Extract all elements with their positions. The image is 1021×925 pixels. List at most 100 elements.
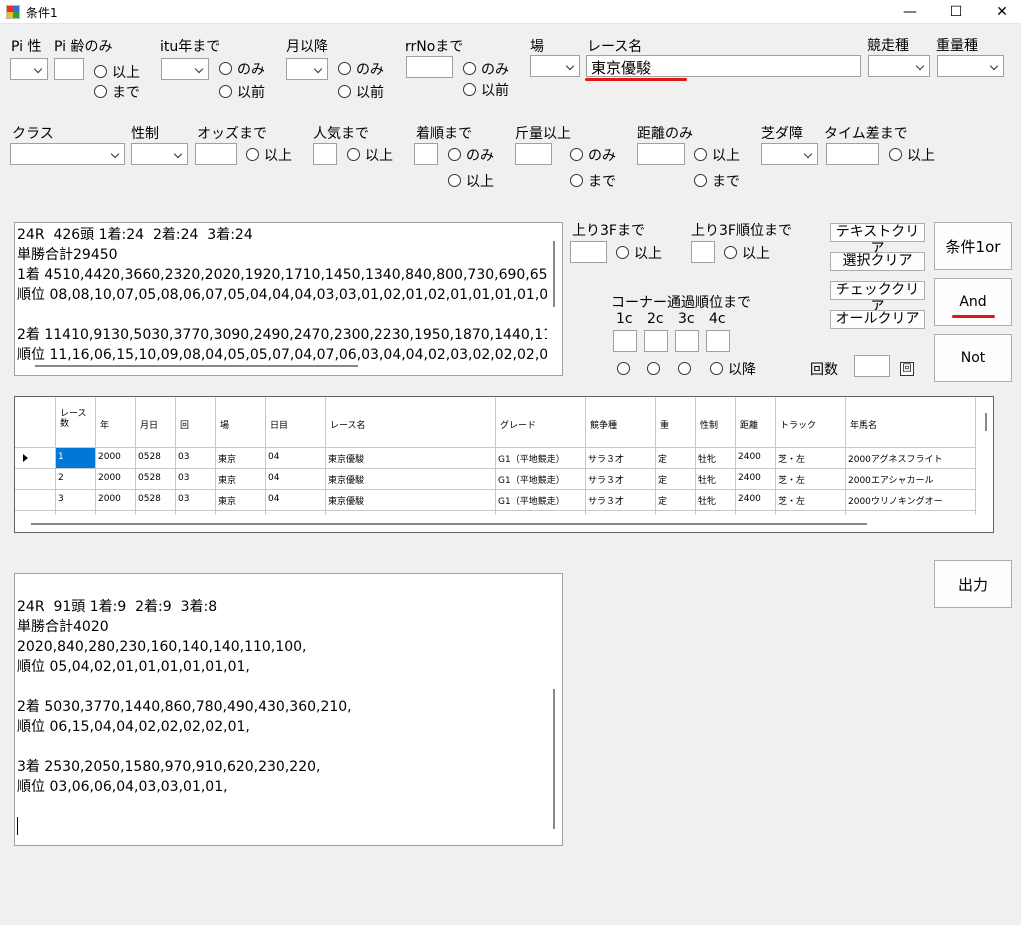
- grid-cell[interactable]: 03: [178, 494, 214, 504]
- grid-cell[interactable]: 2400: [738, 494, 774, 504]
- grid-cell[interactable]: 3: [58, 494, 94, 504]
- kyoso-type-combo[interactable]: [868, 55, 930, 77]
- grid-cell[interactable]: 東京: [218, 473, 264, 486]
- grid-header-cell[interactable]: トラック: [780, 418, 844, 431]
- and-button[interactable]: And: [934, 278, 1012, 326]
- grid-cell[interactable]: 0528: [138, 452, 174, 462]
- time-diff-input[interactable]: [826, 143, 879, 165]
- time-diff-ijou-radio[interactable]: [889, 148, 902, 161]
- race-name-input[interactable]: 東京優駿: [586, 55, 861, 77]
- grid-cell[interactable]: 04: [268, 473, 324, 483]
- shiba-da-combo[interactable]: [761, 143, 818, 165]
- select-clear-button[interactable]: 選択クリア: [830, 252, 925, 271]
- corner-2c-radio[interactable]: [647, 362, 660, 375]
- grid-cell[interactable]: 芝・左: [778, 494, 844, 507]
- month-izen-radio[interactable]: [338, 85, 351, 98]
- rrno-input[interactable]: [406, 56, 453, 78]
- grid-cell[interactable]: 2400: [738, 473, 774, 483]
- grid-header-cell[interactable]: レース名: [330, 418, 494, 431]
- grid-cell[interactable]: サラ３才: [588, 473, 654, 486]
- itu-izen-radio[interactable]: [219, 85, 232, 98]
- itu-year-combo[interactable]: [161, 58, 209, 80]
- grid-cell[interactable]: 東京: [218, 452, 264, 465]
- grid-cell[interactable]: 牡牝: [698, 494, 734, 507]
- pi-age-ijou-radio[interactable]: [94, 65, 107, 78]
- finish-ijou-radio[interactable]: [448, 174, 461, 187]
- grid-cell[interactable]: 0528: [138, 473, 174, 483]
- ba-combo[interactable]: [530, 55, 580, 77]
- corner-4c-radio[interactable]: [710, 362, 723, 375]
- grid-cell[interactable]: G1（平地競走）: [498, 473, 584, 486]
- minimize-button[interactable]: —: [887, 0, 933, 24]
- grid-cell[interactable]: G1（平地競走）: [498, 494, 584, 507]
- corner-2c-input[interactable]: [644, 330, 668, 352]
- kinryo-made-radio[interactable]: [570, 174, 583, 187]
- rrno-izen-radio[interactable]: [463, 83, 476, 96]
- grid-header-cell[interactable]: レース数: [60, 409, 94, 429]
- agari3f-rank-ijou-radio[interactable]: [724, 246, 737, 259]
- count-input[interactable]: [854, 355, 890, 377]
- maximize-button[interactable]: ☐: [933, 0, 979, 24]
- popular-ijou-radio[interactable]: [347, 148, 360, 161]
- grid-cell[interactable]: 03: [178, 452, 214, 462]
- month-combo[interactable]: [286, 58, 328, 80]
- grid-cell[interactable]: 04: [268, 452, 324, 462]
- grid-header-cell[interactable]: 距離: [740, 418, 774, 431]
- grid-cell[interactable]: 1: [58, 452, 94, 462]
- grid-cell[interactable]: 03: [178, 473, 214, 483]
- grid-cell[interactable]: 定: [658, 473, 694, 486]
- grid-cell[interactable]: 2000: [98, 452, 134, 462]
- grid-cell[interactable]: 芝・左: [778, 452, 844, 465]
- grid-header-cell[interactable]: 月日: [140, 418, 174, 431]
- grid-header-cell[interactable]: 重: [660, 418, 694, 431]
- kinryo-nomi-radio[interactable]: [570, 148, 583, 161]
- finish-nomi-radio[interactable]: [448, 148, 461, 161]
- corner-4c-input[interactable]: [706, 330, 730, 352]
- grid-cell[interactable]: G1（平地競走）: [498, 452, 584, 465]
- grid-cell[interactable]: 04: [268, 494, 324, 504]
- output-button[interactable]: 出力: [934, 560, 1012, 608]
- grid-cell[interactable]: 0528: [138, 494, 174, 504]
- grid-vscrollbar[interactable]: [985, 413, 987, 431]
- grid-cell[interactable]: 芝・左: [778, 473, 844, 486]
- pi-sex-combo[interactable]: [10, 58, 48, 80]
- odds-ijou-radio[interactable]: [246, 148, 259, 161]
- agari3f-rank-input[interactable]: [691, 241, 715, 263]
- distance-input[interactable]: [637, 143, 685, 165]
- summary-top-hscrollbar[interactable]: [35, 365, 358, 367]
- grid-header-cell[interactable]: 年: [100, 418, 134, 431]
- grid-header-cell[interactable]: 場: [220, 418, 264, 431]
- close-button[interactable]: ✕: [979, 0, 1021, 24]
- agari3f-input[interactable]: [570, 241, 607, 263]
- agari3f-ijou-radio[interactable]: [616, 246, 629, 259]
- grid-header-cell[interactable]: 性制: [700, 418, 734, 431]
- grid-cell[interactable]: 東京: [218, 494, 264, 507]
- weight-type-combo[interactable]: [937, 55, 1004, 77]
- grid-header-cell[interactable]: 日目: [270, 418, 324, 431]
- popular-input[interactable]: [313, 143, 337, 165]
- condition-or-button[interactable]: 条件1or: [934, 222, 1012, 270]
- kinryo-input[interactable]: [515, 143, 552, 165]
- corner-1c-input[interactable]: [613, 330, 637, 352]
- grid-header-cell[interactable]: 競争種: [590, 418, 654, 431]
- grid-cell[interactable]: 2000: [98, 473, 134, 483]
- rrno-nomi-radio[interactable]: [463, 62, 476, 75]
- grid-header-cell[interactable]: 回: [180, 418, 214, 431]
- grid-header-cell[interactable]: 年馬名: [850, 418, 974, 431]
- results-grid[interactable]: レース数年月日回場日目 レース名 グレード 競争種重性制 距離 トラック 年馬名 1 2000 0…: [14, 396, 994, 533]
- grid-cell[interactable]: 東京優駿: [328, 473, 494, 486]
- month-nomi-radio[interactable]: [338, 62, 351, 75]
- corner-3c-input[interactable]: [675, 330, 699, 352]
- summary-textarea-bottom[interactable]: 24R 91頭 1着:9 2着:9 3着:8 単勝合計4020 2020,840,2…: [14, 573, 563, 846]
- grid-cell[interactable]: 2000ウリノキングオー: [848, 494, 974, 507]
- grid-cell[interactable]: 東京優駿: [328, 494, 494, 507]
- not-button[interactable]: Not: [934, 334, 1012, 382]
- grid-cell[interactable]: 2000: [98, 494, 134, 504]
- grid-cell[interactable]: 牡牝: [698, 452, 734, 465]
- grid-cell[interactable]: 2000アグネスフライト: [848, 452, 974, 465]
- grid-cell[interactable]: サラ３才: [588, 452, 654, 465]
- summary-top-vscrollbar[interactable]: [553, 241, 555, 307]
- grid-header-cell[interactable]: グレード: [500, 418, 584, 431]
- finish-input[interactable]: [414, 143, 438, 165]
- check-clear-button[interactable]: チェッククリア: [830, 281, 925, 315]
